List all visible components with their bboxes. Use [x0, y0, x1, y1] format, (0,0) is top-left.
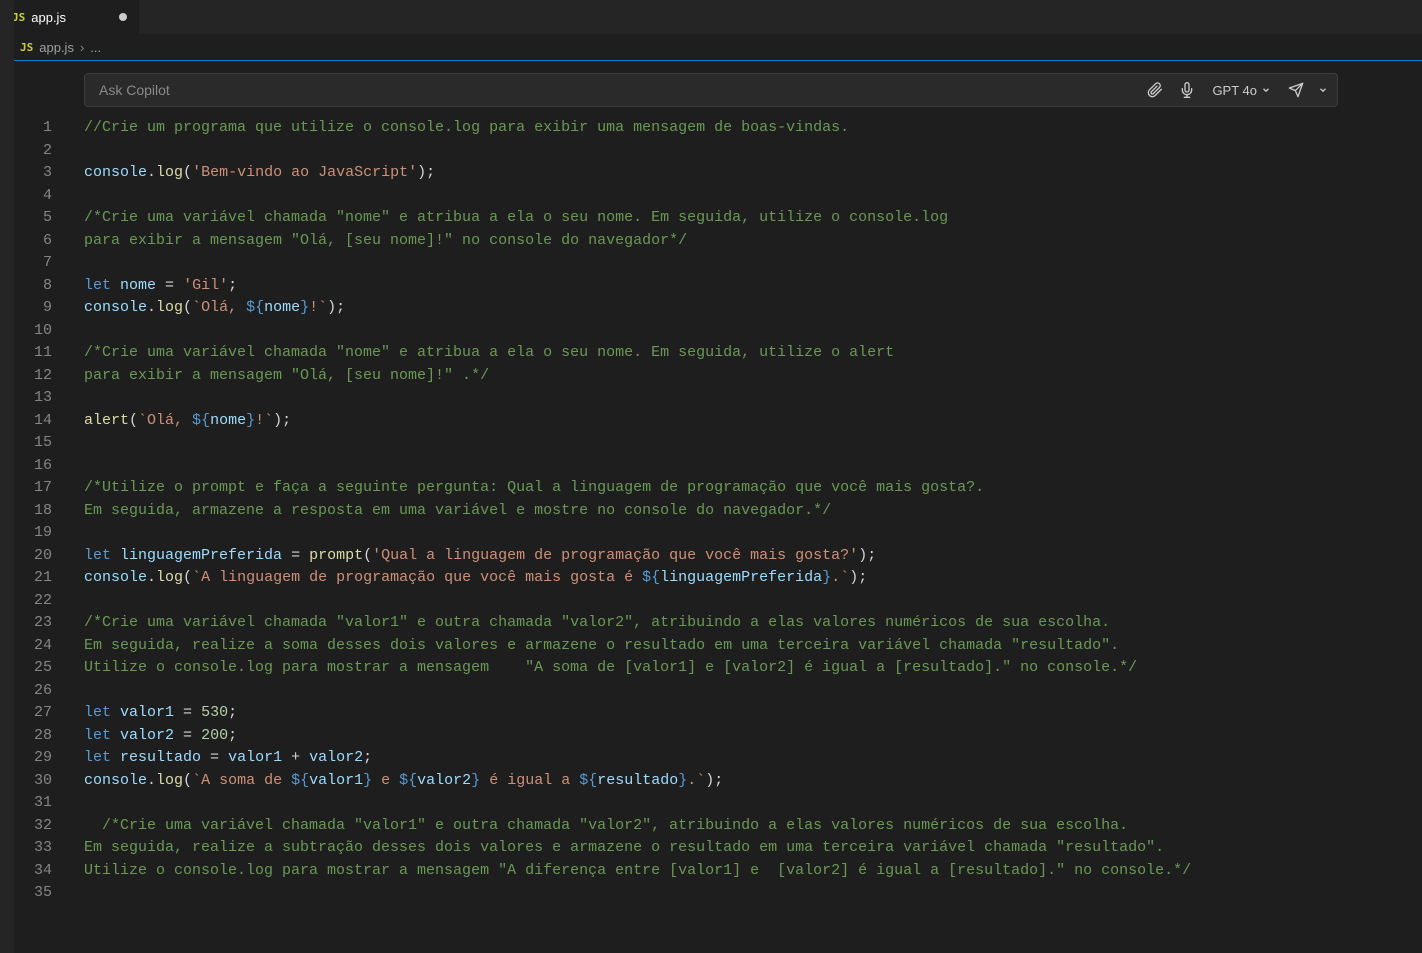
- send-options-icon[interactable]: [1317, 79, 1329, 101]
- tab-app-js[interactable]: JS app.js: [0, 0, 140, 34]
- code-line[interactable]: //Crie um programa que utilize o console…: [84, 117, 1191, 140]
- unsaved-dot-icon: [119, 13, 127, 21]
- microphone-icon[interactable]: [1176, 79, 1198, 101]
- code-line[interactable]: Em seguida, realize a subtração desses d…: [84, 837, 1191, 860]
- code-line[interactable]: [84, 320, 1191, 343]
- code-line[interactable]: [84, 590, 1191, 613]
- breadcrumb[interactable]: JS app.js › ...: [0, 35, 1422, 61]
- code-line[interactable]: console.log(`A soma de ${valor1} e ${val…: [84, 770, 1191, 793]
- code-line[interactable]: /*Crie uma variável chamada "nome" e atr…: [84, 207, 1191, 230]
- code-line[interactable]: Utilize o console.log para mostrar a men…: [84, 657, 1191, 680]
- code-line[interactable]: let valor1 = 530;: [84, 702, 1191, 725]
- copilot-input[interactable]: [93, 82, 1134, 98]
- copilot-bar: GPT 4o: [84, 73, 1338, 107]
- breadcrumb-file: app.js: [39, 40, 74, 55]
- code-line[interactable]: let resultado = valor1 + valor2;: [84, 747, 1191, 770]
- js-icon: JS: [20, 41, 33, 54]
- code-line[interactable]: [84, 185, 1191, 208]
- breadcrumb-rest: ...: [90, 40, 101, 55]
- code-line[interactable]: /*Crie uma variável chamada "valor1" e o…: [84, 815, 1191, 838]
- model-name: GPT 4o: [1212, 83, 1257, 98]
- code-line[interactable]: [84, 680, 1191, 703]
- code-line[interactable]: /*Utilize o prompt e faça a seguinte per…: [84, 477, 1191, 500]
- attach-icon[interactable]: [1144, 79, 1166, 101]
- code-line[interactable]: [84, 882, 1191, 905]
- code-line[interactable]: [84, 792, 1191, 815]
- code-line[interactable]: console.log('Bem-vindo ao JavaScript');: [84, 162, 1191, 185]
- code-line[interactable]: [84, 140, 1191, 163]
- code-line[interactable]: [84, 387, 1191, 410]
- chevron-down-icon: [1261, 85, 1271, 95]
- code-line[interactable]: console.log(`A linguagem de programação …: [84, 567, 1191, 590]
- code-area[interactable]: //Crie um programa que utilize o console…: [70, 117, 1191, 905]
- code-line[interactable]: [84, 455, 1191, 478]
- code-line[interactable]: [84, 432, 1191, 455]
- code-line[interactable]: let valor2 = 200;: [84, 725, 1191, 748]
- chevron-right-icon: ›: [80, 40, 84, 55]
- activity-bar-stub: [0, 0, 14, 953]
- model-selector[interactable]: GPT 4o: [1208, 83, 1275, 98]
- tab-title: app.js: [31, 10, 66, 25]
- code-line[interactable]: /*Crie uma variável chamada "valor1" e o…: [84, 612, 1191, 635]
- code-line[interactable]: let nome = 'Gil';: [84, 275, 1191, 298]
- code-line[interactable]: /*Crie uma variável chamada "nome" e atr…: [84, 342, 1191, 365]
- code-line[interactable]: alert(`Olá, ${nome}!`);: [84, 410, 1191, 433]
- tab-bar: JS app.js: [0, 0, 1422, 35]
- send-icon[interactable]: [1285, 79, 1307, 101]
- code-line[interactable]: console.log(`Olá, ${nome}!`);: [84, 297, 1191, 320]
- code-line[interactable]: Em seguida, realize a soma desses dois v…: [84, 635, 1191, 658]
- code-line[interactable]: Utilize o console.log para mostrar a men…: [84, 860, 1191, 883]
- code-editor[interactable]: 1234567891011121314151617181920212223242…: [0, 117, 1422, 905]
- code-line[interactable]: Em seguida, armazene a resposta em uma v…: [84, 500, 1191, 523]
- code-line[interactable]: para exibir a mensagem "Olá, [seu nome]!…: [84, 230, 1191, 253]
- code-line[interactable]: let linguagemPreferida = prompt('Qual a …: [84, 545, 1191, 568]
- code-line[interactable]: [84, 252, 1191, 275]
- chevron-down-icon: [1318, 85, 1328, 95]
- code-line[interactable]: para exibir a mensagem "Olá, [seu nome]!…: [84, 365, 1191, 388]
- code-line[interactable]: [84, 522, 1191, 545]
